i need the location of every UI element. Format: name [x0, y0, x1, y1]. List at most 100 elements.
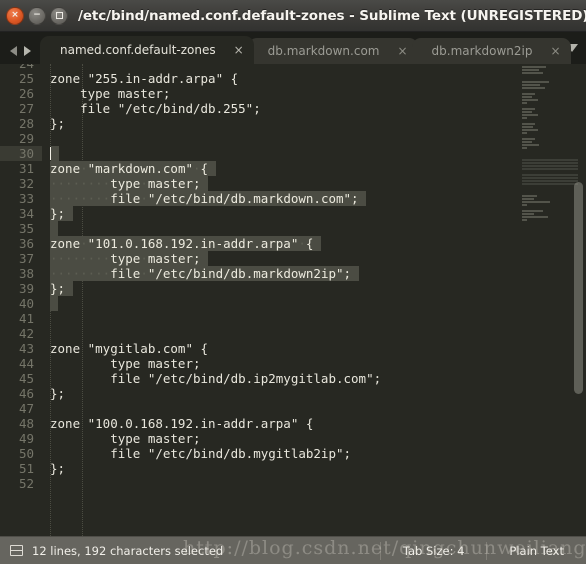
minimap-line	[522, 96, 532, 98]
code-row[interactable]: 49 type master;	[0, 431, 520, 446]
tab-close-icon[interactable]: ×	[393, 45, 407, 57]
code-text[interactable]: file "/etc/bind/db.mygitlab2ip";	[42, 446, 520, 461]
arrow-right-icon[interactable]	[24, 46, 31, 56]
window-controls: × −	[0, 6, 75, 25]
line-number: 45	[18, 371, 34, 386]
code-text[interactable]: };	[42, 461, 520, 476]
minimap-line	[522, 177, 579, 179]
tab-db.markdown2ip[interactable]: db.markdown2ip ×	[411, 38, 571, 64]
code-row[interactable]: 29	[0, 131, 520, 146]
line-number: 37	[18, 251, 34, 266]
code-row[interactable]: 30	[0, 146, 520, 161]
code-text[interactable]	[42, 326, 520, 341]
code-row[interactable]: 50 file "/etc/bind/db.mygitlab2ip";	[0, 446, 520, 461]
line-number: 34	[18, 206, 34, 221]
code-text[interactable]: };	[42, 206, 520, 221]
code-row[interactable]: 33 ········file·"/etc/bind/db.markdown.co…	[0, 191, 520, 206]
tab-close-icon[interactable]: ×	[230, 44, 244, 56]
minimap-line	[522, 213, 535, 215]
code-text[interactable]: zone "100.0.168.192.in-addr.arpa" {	[42, 416, 520, 431]
code-text[interactable]: zone "255.in-addr.arpa" {	[42, 71, 520, 86]
code-row[interactable]: 46};	[0, 386, 520, 401]
minimap-line	[522, 105, 528, 107]
minimap-line	[522, 168, 579, 170]
code-text[interactable]: };	[42, 386, 520, 401]
code-row[interactable]: 45 file "/etc/bind/db.ip2mygitlab.com";	[0, 371, 520, 386]
vertical-scrollbar[interactable]	[574, 182, 583, 394]
code-row[interactable]: 48 zone "100.0.168.192.in-addr.arpa" {	[0, 416, 520, 431]
line-number: 36	[18, 236, 34, 251]
code-view[interactable]: 2425zone "255.in-addr.arpa" {26 type mas…	[0, 64, 520, 536]
line-number: 50	[18, 446, 34, 461]
minimize-window-button[interactable]: −	[28, 6, 46, 25]
code-text[interactable]	[42, 311, 520, 326]
code-text[interactable]: zone "mygitlab.com" {	[42, 341, 520, 356]
minimap-line	[522, 216, 548, 218]
code-row[interactable]: 28};	[0, 116, 520, 131]
code-row[interactable]: 37 ········type·master;	[0, 251, 520, 266]
code-text[interactable]: file "/etc/bind/db.ip2mygitlab.com";	[42, 371, 520, 386]
code-row[interactable]: 35	[0, 221, 520, 236]
code-text[interactable]: type master;	[42, 431, 520, 446]
code-row[interactable]: 52	[0, 476, 520, 491]
minimap-line	[522, 102, 527, 104]
code-row[interactable]: 44 type master;	[0, 356, 520, 371]
minimap-line	[522, 141, 532, 143]
code-text[interactable]: file "/etc/bind/db.255";	[42, 101, 520, 116]
code-text[interactable]: type master;	[42, 86, 520, 101]
code-row[interactable]: 25 zone "255.in-addr.arpa" {	[0, 71, 520, 86]
code-row[interactable]: 47	[0, 401, 520, 416]
tab-named.conf.default-zones[interactable]: named.conf.default-zones ×	[40, 36, 254, 64]
code-row[interactable]: 26 type master;	[0, 86, 520, 101]
code-text[interactable]: };	[42, 281, 520, 296]
code-row[interactable]: 40	[0, 296, 520, 311]
code-text[interactable]: ········file·"/etc/bind/db.markdown2ip";	[42, 266, 520, 281]
minimap-line	[522, 75, 528, 77]
minimap-line	[522, 123, 536, 125]
panel-toggle-icon[interactable]	[10, 545, 23, 556]
code-text[interactable]	[42, 296, 520, 311]
code-text[interactable]: };	[42, 116, 520, 131]
code-text[interactable]	[42, 131, 520, 146]
code-row[interactable]: 27 file "/etc/bind/db.255";	[0, 101, 520, 116]
code-text[interactable]: zone·"markdown.com"·{	[42, 161, 520, 176]
tab-strip: named.conf.default-zones × db.markdown.com…	[40, 32, 571, 64]
line-number: 38	[18, 266, 34, 281]
code-text[interactable]	[42, 146, 520, 161]
editor-area[interactable]: 2425zone "255.in-addr.arpa" {26 type mas…	[0, 64, 586, 536]
code-text[interactable]: zone·"101.0.168.192.in-addr.arpa"·{	[42, 236, 520, 251]
code-row[interactable]: 34};	[0, 206, 520, 221]
code-row[interactable]: 24	[0, 64, 520, 71]
minimap-line	[522, 201, 551, 203]
code-lines[interactable]: 2425zone "255.in-addr.arpa" {26 type mas…	[0, 64, 520, 491]
code-row[interactable]: 31 zone·"markdown.com"·{	[0, 161, 520, 176]
code-text[interactable]	[42, 221, 520, 236]
minimap-line	[522, 192, 528, 194]
code-text[interactable]: ········type·master;	[42, 251, 520, 266]
tab-db.markdown.com[interactable]: db.markdown.com ×	[247, 38, 418, 64]
code-row[interactable]: 43 zone "mygitlab.com" {	[0, 341, 520, 356]
line-number: 41	[18, 311, 34, 326]
line-number: 30	[0, 146, 42, 161]
maximize-window-button[interactable]	[50, 6, 68, 25]
code-text[interactable]: ········type·master;	[42, 176, 520, 191]
minimap-line	[522, 132, 527, 134]
code-text[interactable]: type master;	[42, 356, 520, 371]
code-row[interactable]: 42	[0, 326, 520, 341]
code-text[interactable]: ········file·"/etc/bind/db.markdown.com"…	[42, 191, 520, 206]
code-row[interactable]: 32 ········type·master;	[0, 176, 520, 191]
code-row[interactable]: 51};	[0, 461, 520, 476]
code-row[interactable]: 41	[0, 311, 520, 326]
syntax-button[interactable]: Plain Text	[486, 541, 586, 560]
code-text[interactable]	[42, 476, 520, 491]
minimap-line	[522, 111, 532, 113]
code-text[interactable]	[42, 64, 520, 71]
code-row[interactable]: 39};	[0, 281, 520, 296]
code-row[interactable]: 36 zone·"101.0.168.192.in-addr.arpa"·{	[0, 236, 520, 251]
tab-size-button[interactable]: Tab Size: 4	[379, 541, 487, 560]
tab-close-icon[interactable]: ×	[546, 45, 560, 57]
arrow-left-icon[interactable]	[10, 46, 17, 56]
code-text[interactable]	[42, 401, 520, 416]
code-row[interactable]: 38 ········file·"/etc/bind/db.markdown2ip…	[0, 266, 520, 281]
close-window-button[interactable]: ×	[6, 6, 24, 25]
